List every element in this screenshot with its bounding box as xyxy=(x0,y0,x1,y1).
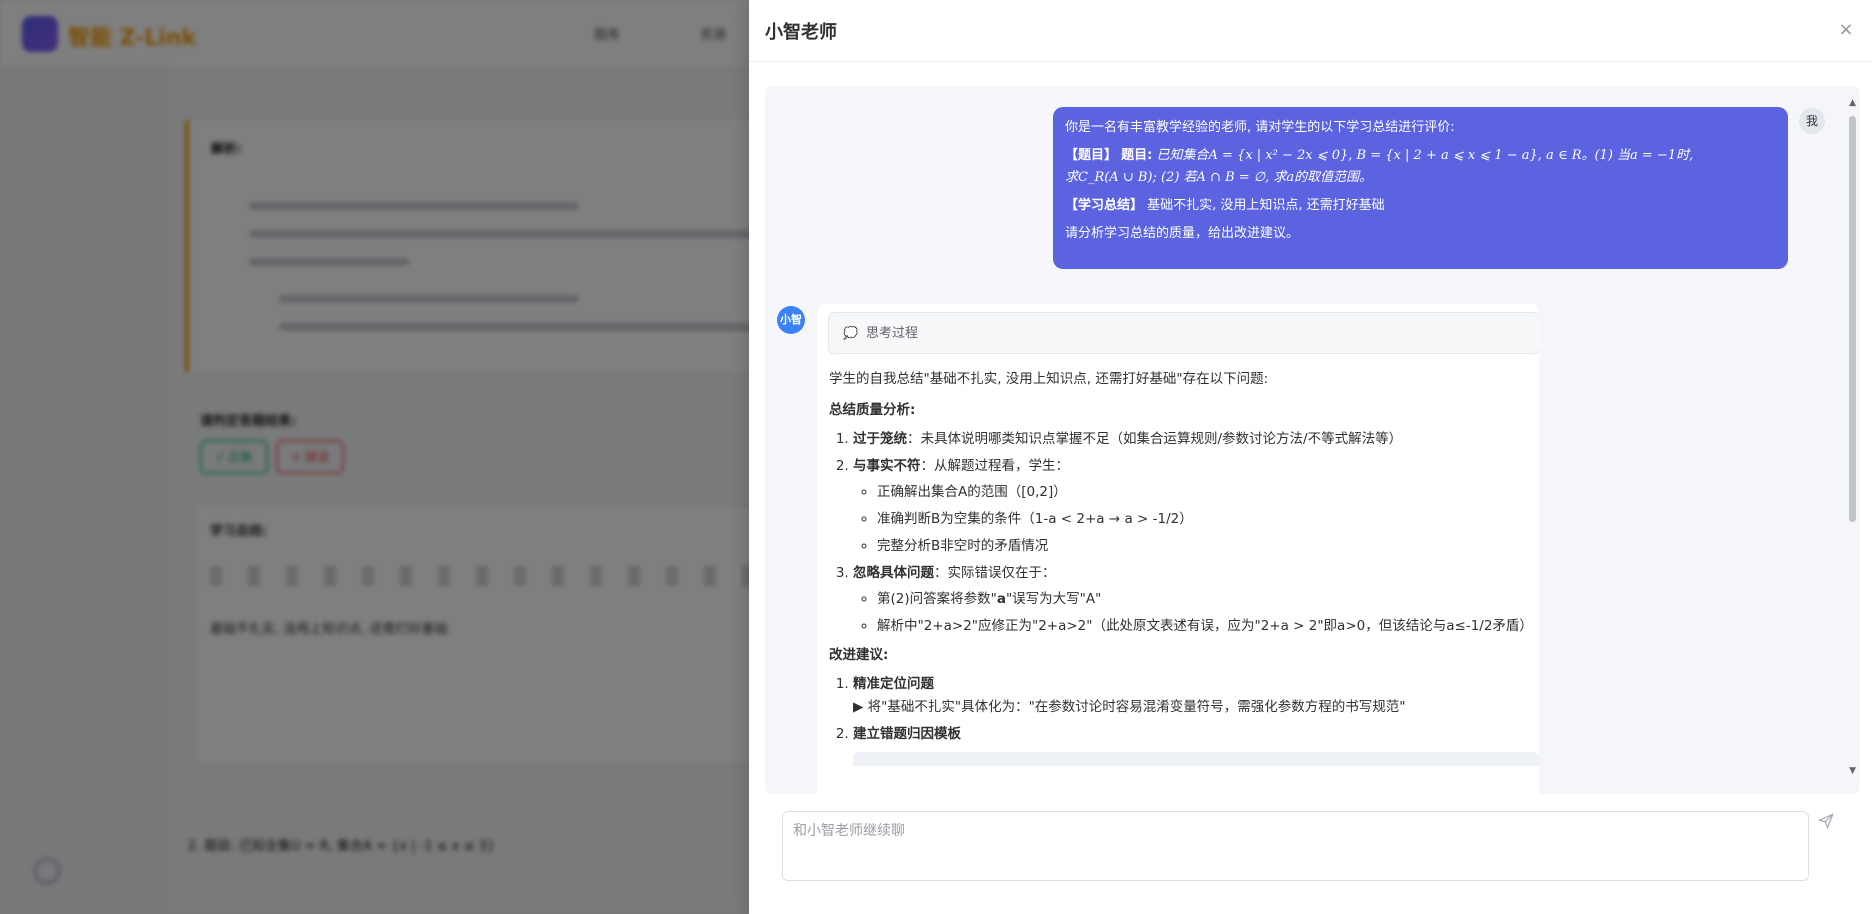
user-message-question: 【题目】 题目: 已知集合A = {x | x² − 2x ⩽ 0}, B = … xyxy=(1065,145,1776,189)
sub-list-item: 完整分析B非空时的矛盾情况 xyxy=(877,535,1527,558)
sub-list-item: 准确判断B为空集的条件（1-a < 2+a → a > -1/2） xyxy=(877,508,1527,531)
section-title: 改进建议: xyxy=(829,647,889,663)
sub-list: 第(2)问答案将参数"a"误写为大写"A" 解析中"2+a>2"应修正为"2+a… xyxy=(877,588,1533,638)
drawer-header: 小智老师 × xyxy=(749,0,1872,62)
user-avatar: 我 xyxy=(1799,108,1825,134)
chat-drawer: 小智老师 × ▲ ▼ 我 你是一名有丰富教学经验的老师, 请对学生的以下学习总结… xyxy=(749,0,1872,914)
user-message-line: 请分析学习总结的质量，给出改进建议。 xyxy=(1065,226,1300,241)
sub-list: 正确解出集合A的范围（[0,2]） 准确判断B为空集的条件（1-a < 2+a … xyxy=(877,481,1527,558)
question-label: 题目: xyxy=(1121,148,1153,163)
summary-tag: 【学习总结】 xyxy=(1065,198,1144,213)
analysis-list: 过于笼统：未具体说明哪类知识点掌握不足（如集合运算规则/参数讨论方法/不等式解法… xyxy=(853,428,1533,638)
code-block xyxy=(853,752,1539,766)
list-item: 过于笼统：未具体说明哪类知识点掌握不足（如集合运算规则/参数讨论方法/不等式解法… xyxy=(853,428,1527,451)
thought-bubble-icon: 💭 xyxy=(843,326,858,340)
user-message-line: 你是一名有丰富教学经验的老师, 请对学生的以下学习总结进行评价: xyxy=(1065,120,1455,135)
suggestion-list: 精准定位问题▶ 将"基础不扎实"具体化为："在参数讨论时容易混淆变量符号，需强化… xyxy=(853,673,1527,746)
ai-message-content: 学生的自我总结"基础不扎实, 没用上知识点, 还需打好基础"存在以下问题: 总结… xyxy=(829,368,1539,766)
scroll-down-arrow-icon[interactable]: ▼ xyxy=(1849,766,1856,776)
send-icon[interactable] xyxy=(1817,812,1839,834)
question-tag: 【题目】 xyxy=(1065,148,1118,163)
section-title: 总结质量分析: xyxy=(829,402,916,418)
user-message-bubble: 你是一名有丰富教学经验的老师, 请对学生的以下学习总结进行评价: 【题目】 题目… xyxy=(1053,107,1788,269)
list-item: 建立错题归因模板 xyxy=(853,723,1527,746)
sub-list-item: 解析中"2+a>2"应修正为"2+a>2"（此处原文表述有误，应为"2+a > … xyxy=(877,615,1533,638)
thinking-label: 思考过程 xyxy=(865,326,918,341)
list-item: 忽略具体问题：实际错误仅在于： 第(2)问答案将参数"a"误写为大写"A" 解析… xyxy=(853,562,1533,638)
list-item: 精准定位问题▶ 将"基础不扎实"具体化为："在参数讨论时容易混淆变量符号，需强化… xyxy=(853,673,1527,719)
summary-text: 基础不扎实, 没用上知识点, 还需打好基础 xyxy=(1147,198,1385,213)
chat-messages[interactable]: ▲ ▼ 我 你是一名有丰富教学经验的老师, 请对学生的以下学习总结进行评价: 【… xyxy=(765,86,1860,794)
sub-list-item: 第(2)问答案将参数"a"误写为大写"A" xyxy=(877,588,1527,611)
sub-list-item: 正确解出集合A的范围（[0,2]） xyxy=(877,481,1527,504)
drawer-title: 小智老师 xyxy=(765,22,837,43)
user-message-summary: 【学习总结】 基础不扎实, 没用上知识点, 还需打好基础 xyxy=(1065,195,1776,217)
ai-message-bubble: 💭 思考过程 学生的自我总结"基础不扎实, 没用上知识点, 还需打好基础"存在以下… xyxy=(817,304,1539,794)
list-item: 与事实不符：从解题过程看，学生： 正确解出集合A的范围（[0,2]） 准确判断B… xyxy=(853,455,1527,558)
chat-input-box[interactable] xyxy=(782,811,1809,881)
scroll-up-arrow-icon[interactable]: ▲ xyxy=(1849,98,1856,108)
question-text-cont: 求C_R(A ∪ B); (2) 若A ∩ B = ∅, 求a的取值范围。 xyxy=(1065,170,1373,185)
ai-avatar: 小智 xyxy=(777,306,805,334)
chat-input[interactable] xyxy=(793,820,1798,872)
scrollbar-thumb[interactable] xyxy=(1849,116,1856,522)
close-button[interactable]: × xyxy=(1834,18,1858,42)
thinking-process-toggle[interactable]: 💭 思考过程 xyxy=(828,312,1539,354)
ai-intro: 学生的自我总结"基础不扎实, 没用上知识点, 还需打好基础"存在以下问题: xyxy=(829,371,1269,387)
question-text: 已知集合A = {x | x² − 2x ⩽ 0}, B = {x | 2 + … xyxy=(1156,148,1694,163)
